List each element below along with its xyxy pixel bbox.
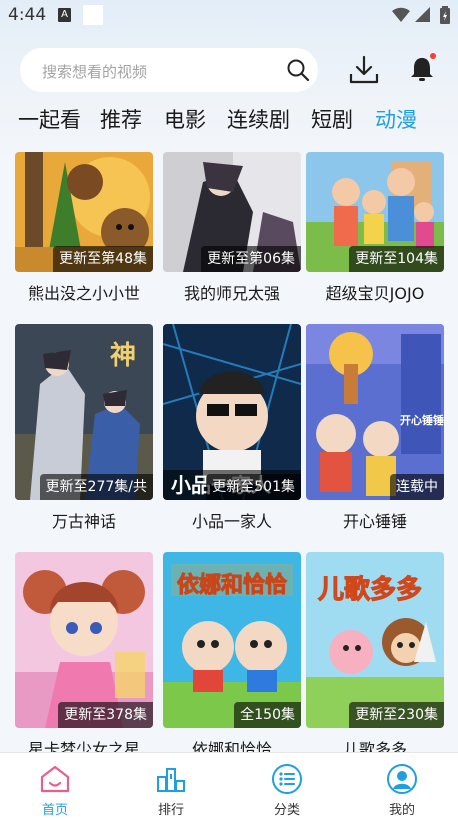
video-title: 依娜和恰恰 xyxy=(191,740,272,752)
tab-anime[interactable]: 动漫 xyxy=(375,104,417,134)
search-input[interactable]: 搜索想看的视频 xyxy=(20,48,318,92)
nav-home[interactable]: 首页 xyxy=(10,753,100,820)
download-icon[interactable] xyxy=(348,54,380,86)
tab-series[interactable]: 连续剧 xyxy=(227,104,290,134)
category-icon xyxy=(272,764,302,794)
video-title: 星卡梦少女之星 xyxy=(27,740,140,752)
wifi-icon xyxy=(392,7,410,23)
episode-badge: 更新至230集 xyxy=(349,702,444,728)
video-card[interactable]: 更新至第06集 我的师兄太强 xyxy=(163,152,301,304)
nav-label: 首页 xyxy=(41,803,68,818)
video-card[interactable]: 更新至第48集 熊出没之小小世 xyxy=(15,152,153,304)
notifications-button[interactable] xyxy=(410,53,436,86)
video-title: 我的师兄太强 xyxy=(183,284,280,303)
search-placeholder: 搜索想看的视频 xyxy=(42,63,148,81)
signal-icon xyxy=(415,7,430,22)
episode-badge: 更新至501集 xyxy=(206,474,301,500)
nav-category[interactable]: 分类 xyxy=(242,753,332,820)
category-tabs: 一起看 推荐 电影 连续剧 短剧 动漫 xyxy=(0,100,458,140)
video-poster: 更新至378集 xyxy=(15,552,153,728)
video-poster: 更新至第06集 xyxy=(163,152,301,272)
status-badge: 连载中 xyxy=(390,474,444,500)
nav-label: 我的 xyxy=(388,803,415,818)
video-title: 熊出没之小小世 xyxy=(27,284,140,303)
video-card[interactable]: 依娜和恰恰 全150集 依娜和恰恰 xyxy=(163,552,301,752)
nav-label: 分类 xyxy=(273,803,300,818)
video-poster: 依娜和恰恰 全150集 xyxy=(163,552,301,728)
bottom-navigation: 首页 排行 分类 我的 xyxy=(0,752,458,820)
episode-badge: 更新至277集/共 xyxy=(39,474,153,500)
tab-watch-together[interactable]: 一起看 xyxy=(18,104,81,134)
video-poster: 更新至第48集 xyxy=(15,152,153,272)
bell-icon xyxy=(411,58,433,81)
video-poster: 更新至104集 xyxy=(306,152,444,272)
nav-ranking[interactable]: 排行 xyxy=(126,753,216,820)
notification-square-icon xyxy=(83,5,103,25)
notification-a-icon: A xyxy=(58,8,71,22)
video-card[interactable]: 儿歌多多 更新至230集 儿歌多多 xyxy=(306,552,444,752)
tab-movies[interactable]: 电影 xyxy=(164,104,206,134)
video-card[interactable]: 神 更新至277集/共 万古神话 xyxy=(15,324,153,532)
video-grid: 更新至第48集 熊出没之小小世 更新至第06集 我的师兄太强 更新至104集 超… xyxy=(0,152,458,752)
episode-badge: 更新至第06集 xyxy=(201,246,301,272)
video-title: 儿歌多多 xyxy=(342,740,407,752)
video-poster: 开心锤锤 连载中 xyxy=(306,324,444,500)
video-title: 小品一家人 xyxy=(191,512,272,531)
episode-badge: 全150集 xyxy=(234,702,301,728)
video-card[interactable]: 小品一家人 更新至501集 小品一家人 xyxy=(163,324,301,532)
status-time: 4:44 xyxy=(8,5,47,25)
home-icon xyxy=(40,765,70,793)
video-poster: 小品一家人 更新至501集 xyxy=(163,324,301,500)
video-poster: 神 更新至277集/共 xyxy=(15,324,153,500)
tab-short-drama[interactable]: 短剧 xyxy=(311,104,353,134)
notification-dot xyxy=(430,53,436,59)
video-title: 开心锤锤 xyxy=(342,512,407,531)
ranking-icon xyxy=(157,768,185,792)
video-poster: 儿歌多多 更新至230集 xyxy=(306,552,444,728)
battery-icon xyxy=(440,6,450,24)
tab-recommended[interactable]: 推荐 xyxy=(100,104,142,134)
video-card[interactable]: 开心锤锤 连载中 开心锤锤 xyxy=(306,324,444,532)
video-card[interactable]: 更新至378集 星卡梦少女之星 xyxy=(15,552,153,752)
profile-icon xyxy=(387,764,417,794)
video-title: 超级宝贝JOJO xyxy=(325,284,425,303)
poster-title-text: 儿歌多多 xyxy=(318,575,422,605)
episode-badge: 更新至378集 xyxy=(58,702,153,728)
search-icon[interactable] xyxy=(286,58,310,82)
poster-title-text: 神 xyxy=(110,341,136,371)
video-card[interactable]: 更新至104集 超级宝贝JOJO xyxy=(306,152,444,304)
episode-badge: 更新至104集 xyxy=(349,246,444,272)
status-bar: 4:44 A xyxy=(0,0,458,30)
nav-label: 排行 xyxy=(157,803,184,818)
video-title: 万古神话 xyxy=(51,512,116,531)
poster-title-text: 开心锤锤 xyxy=(400,413,444,427)
nav-profile[interactable]: 我的 xyxy=(357,753,447,820)
poster-title-text: 依娜和恰恰 xyxy=(177,572,287,598)
episode-badge: 更新至第48集 xyxy=(53,246,153,272)
